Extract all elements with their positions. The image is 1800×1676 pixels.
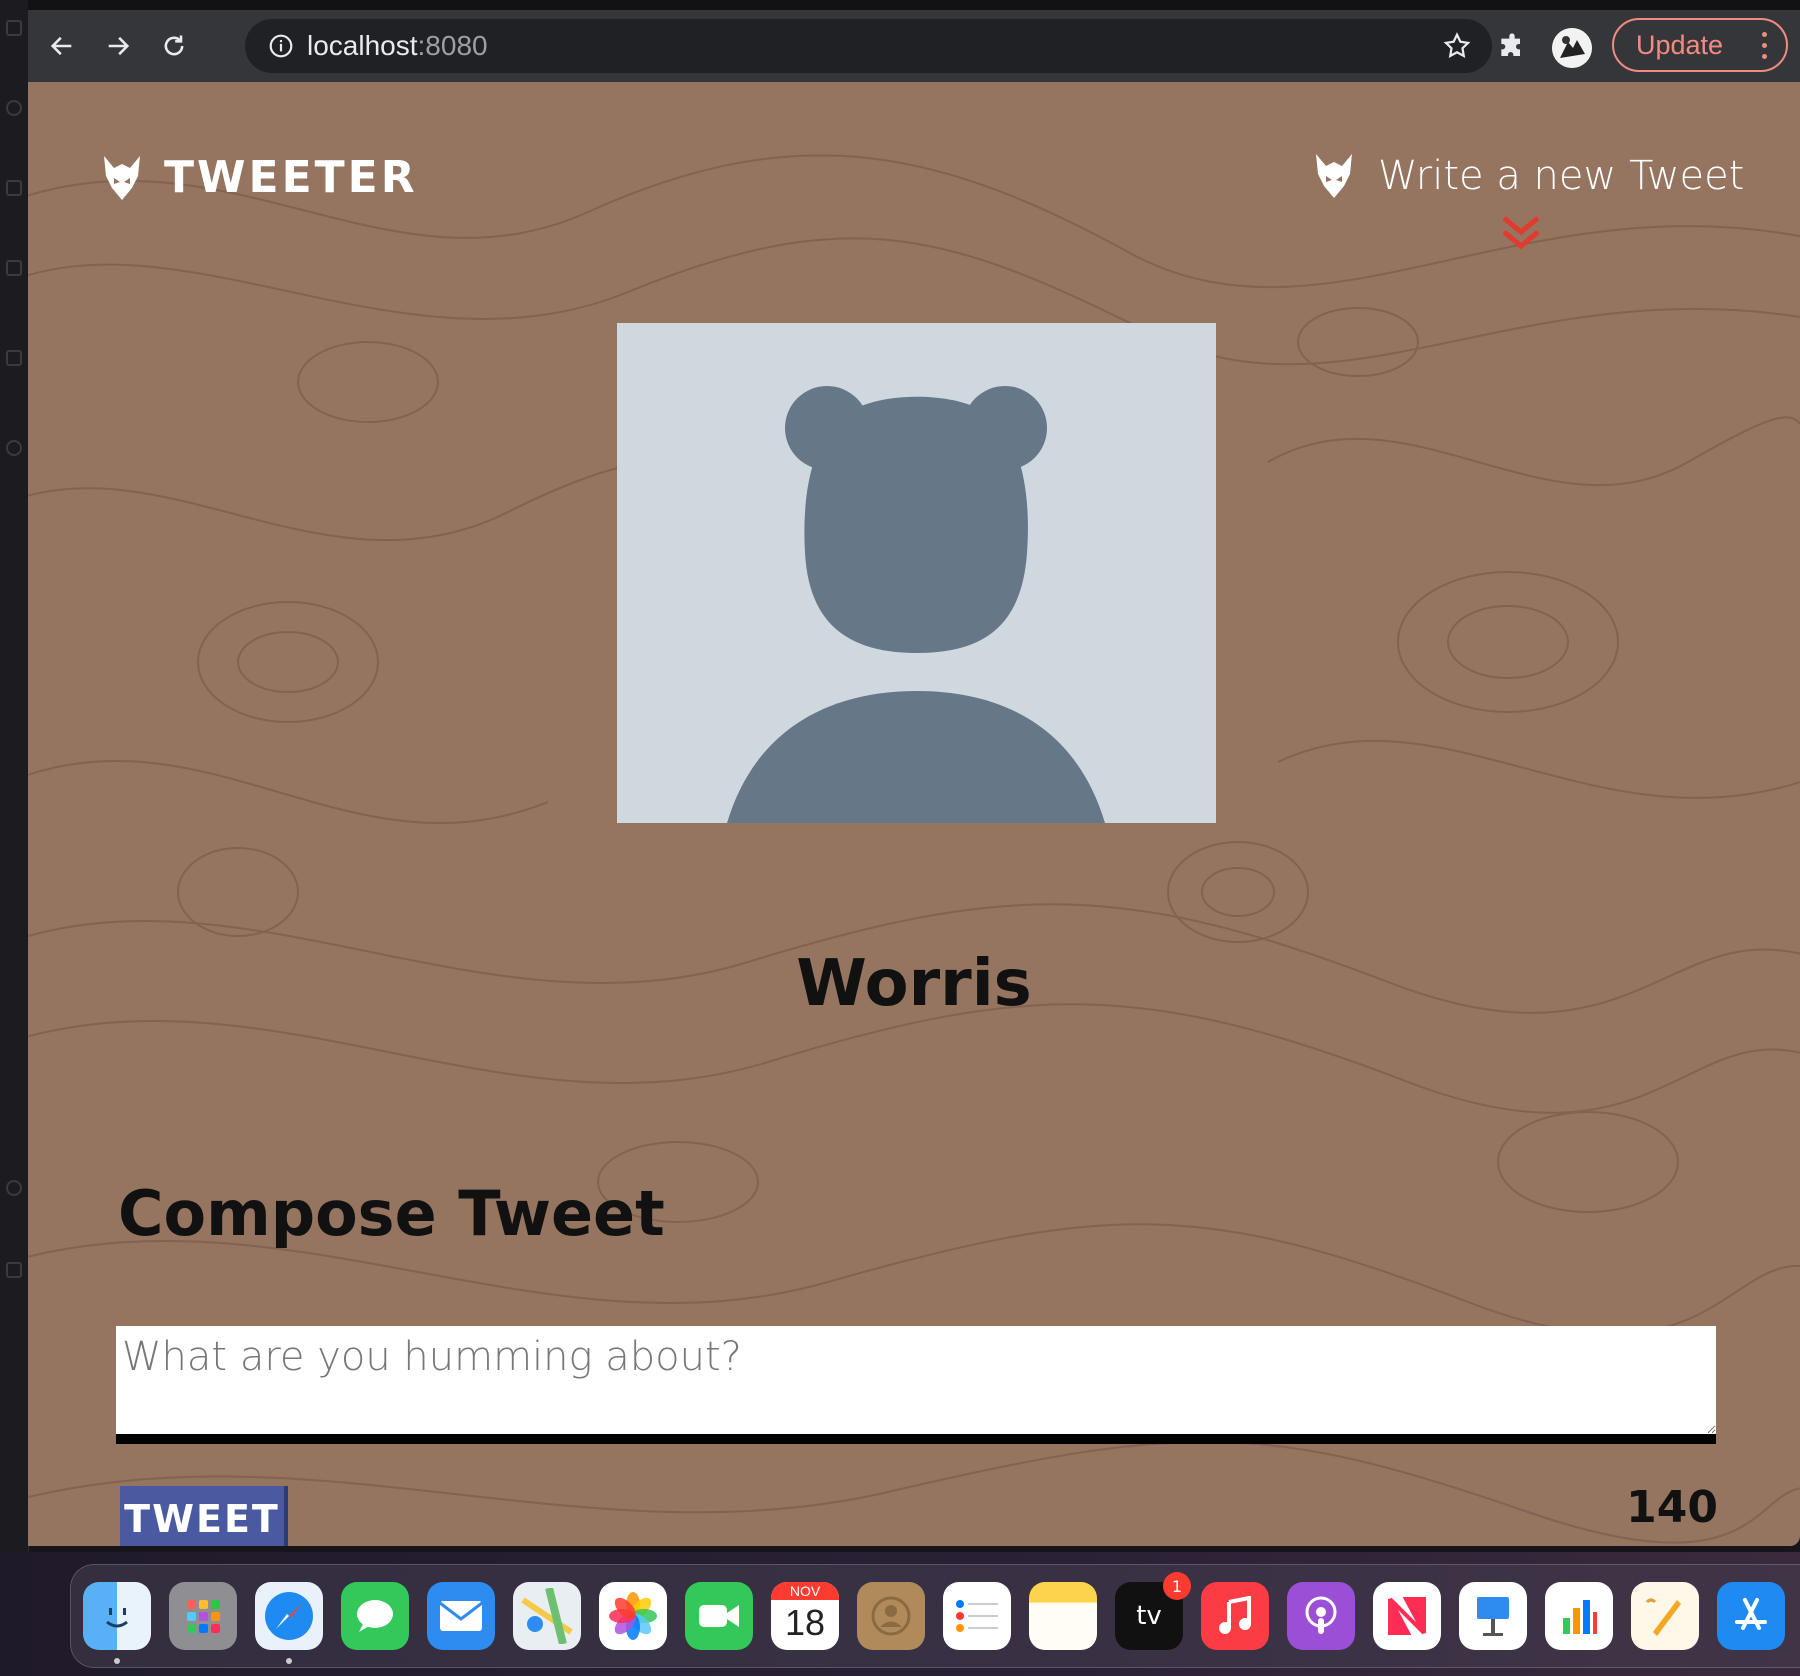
wolf-logo-icon [1316,154,1352,198]
extensions-icon[interactable] [6,350,22,366]
write-tweet-label: Write a new Tweet [1378,153,1745,199]
editor-side-strip [0,0,29,1552]
more-menu-icon[interactable] [1762,32,1768,65]
forward-button[interactable] [100,28,136,64]
brand-name: TWEETER [164,152,418,203]
files-icon[interactable] [6,20,22,36]
apple-tv-icon[interactable]: tv 1 [1115,1572,1191,1650]
tab-strip [28,0,1800,10]
account-icon[interactable] [6,1180,22,1196]
news-icon[interactable] [1373,1582,1441,1650]
apple-tv-label: tv [1136,1601,1162,1631]
finder-icon[interactable] [83,1582,151,1664]
extensions-puzzle-icon[interactable] [1496,32,1528,64]
brand[interactable]: TWEETER [100,152,418,203]
reload-button[interactable] [156,28,192,64]
notification-badge: 1 [1163,1572,1191,1600]
page-viewport: TWEETER Write a new Tweet Worris Compose… [28,82,1800,1546]
user-name: Worris [796,947,1032,1021]
tweet-button[interactable]: TWEET [120,1486,288,1546]
arrow-right-icon [108,36,130,56]
write-tweet-link[interactable]: Write a new Tweet [1312,152,1744,200]
site-info-icon[interactable] [267,32,295,60]
compose-tweet-heading: Compose Tweet [118,1177,665,1250]
back-button[interactable] [44,28,80,64]
browser-toolbar: localhost:8080 Update [28,10,1800,82]
calendar-month: NOV [771,1582,839,1600]
messages-icon[interactable] [341,1582,409,1650]
browser-window: localhost:8080 Update TWEETER Write a n… [28,0,1800,1546]
facetime-icon[interactable] [685,1582,753,1650]
calendar-icon[interactable]: NOV 18 [771,1582,839,1650]
url-port: :8080 [417,30,488,61]
bookmark-star-icon[interactable] [1442,31,1472,61]
mail-icon[interactable] [427,1582,495,1650]
reminders-icon[interactable] [943,1582,1011,1650]
search-icon[interactable] [6,100,22,116]
notes-icon[interactable] [1029,1582,1097,1650]
desktop-dock-area: NOV 18 tv 1 [0,1552,1800,1676]
arrow-left-icon [50,36,72,56]
contacts-icon[interactable] [857,1582,925,1650]
profile-avatar[interactable] [1552,28,1592,68]
pages-icon[interactable] [1631,1582,1699,1650]
debug-icon[interactable] [6,260,22,276]
numbers-icon[interactable] [1545,1582,1613,1650]
reload-icon [164,35,184,56]
podcasts-icon[interactable] [1287,1582,1355,1650]
character-counter: 140 [1626,1482,1718,1533]
tweet-textarea[interactable] [116,1326,1716,1444]
address-bar[interactable]: localhost:8080 [245,19,1492,73]
source-control-icon[interactable] [6,180,22,196]
music-icon[interactable] [1201,1582,1269,1650]
update-button[interactable]: Update [1612,18,1788,72]
double-chevron-down-icon[interactable] [1500,214,1542,254]
calendar-day: 18 [784,1602,826,1643]
dock: NOV 18 tv 1 [70,1564,1800,1668]
wolf-logo-icon [104,155,140,200]
launchpad-icon[interactable] [169,1582,237,1650]
photos-icon[interactable] [599,1582,667,1650]
safari-icon[interactable] [255,1582,323,1664]
app-store-icon[interactable] [1717,1582,1785,1650]
keynote-icon[interactable] [1459,1582,1527,1650]
profile-avatar-image [617,323,1216,823]
settings-icon[interactable] [6,1262,22,1278]
remote-icon[interactable] [6,440,22,456]
maps-icon[interactable] [513,1582,581,1650]
update-label: Update [1636,29,1724,60]
url-host: localhost [307,30,418,61]
